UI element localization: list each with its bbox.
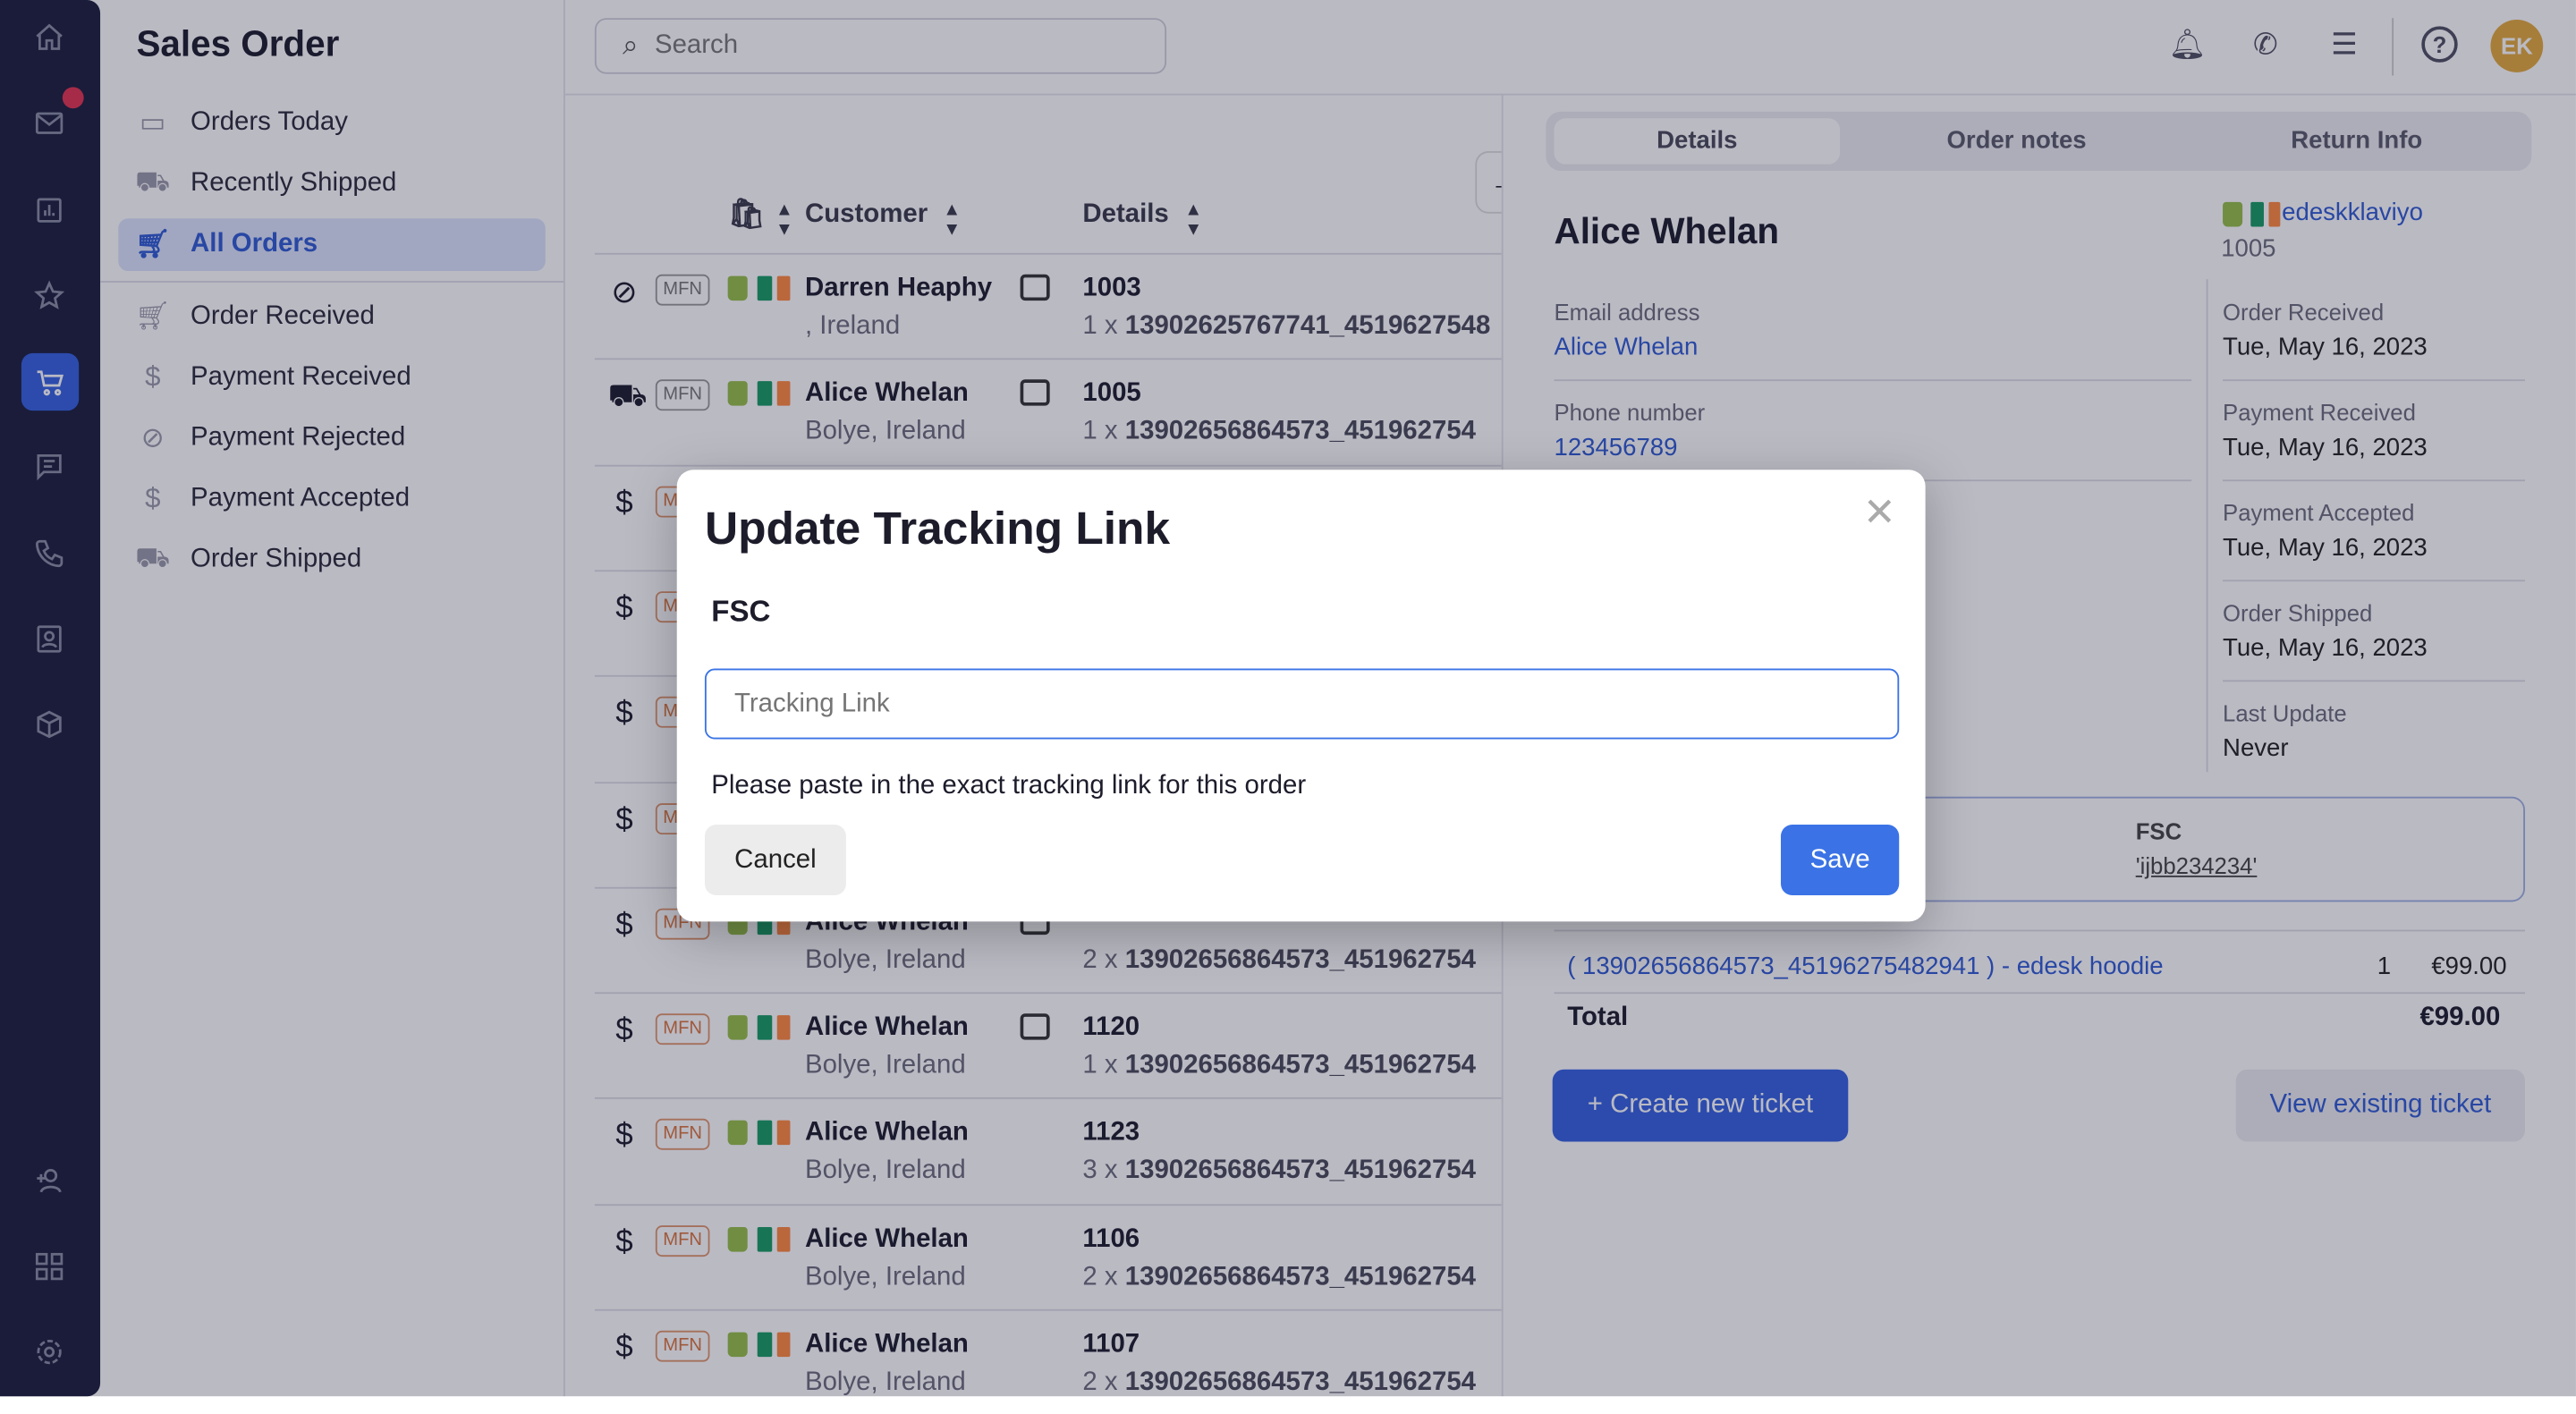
- update-tracking-modal: Update Tracking Link ✕ FSC Please paste …: [676, 470, 1926, 922]
- modal-title: Update Tracking Link: [704, 503, 1171, 554]
- tracking-link-input[interactable]: [704, 668, 1900, 740]
- modal-help-text: Please paste in the exact tracking link …: [711, 772, 1307, 800]
- save-button[interactable]: Save: [1780, 825, 1900, 896]
- modal-carrier: FSC: [711, 594, 771, 628]
- cancel-button[interactable]: Cancel: [704, 825, 846, 896]
- close-icon[interactable]: ✕: [1863, 489, 1896, 537]
